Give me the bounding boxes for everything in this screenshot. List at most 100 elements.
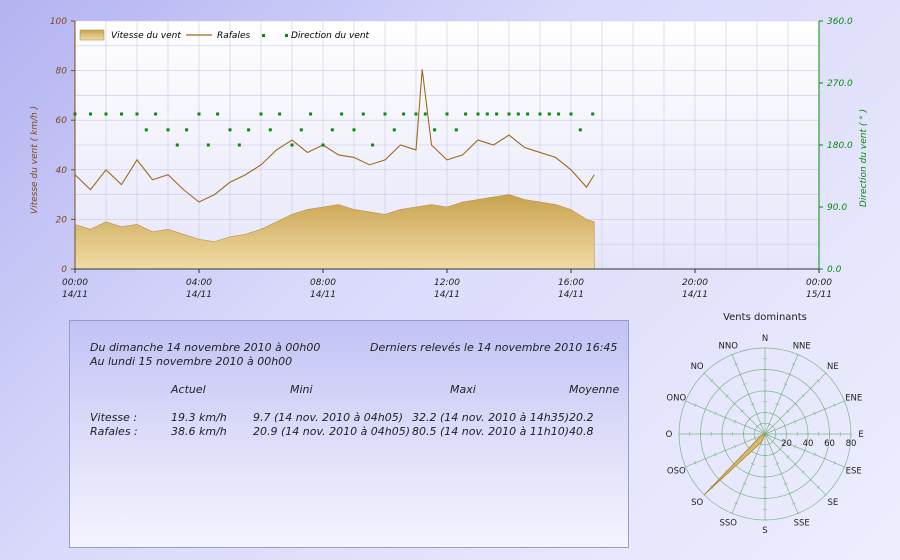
direction-point — [330, 128, 334, 132]
direction-point — [135, 112, 139, 116]
y2-tick-label: 360.0 — [827, 17, 853, 27]
y-axis-label: Vitesse du vent ( km/h ) — [30, 106, 40, 214]
direction-point — [383, 112, 387, 116]
row-gust-actual: 38.6 km/h — [171, 425, 227, 438]
rose-direction-label: OSO — [667, 467, 686, 477]
direction-point — [464, 112, 468, 116]
x-tick-date: 14/11 — [558, 290, 584, 300]
direction-point — [185, 128, 189, 132]
y2-axis-label: Direction du vent ( ° ) — [859, 109, 869, 207]
direction-point — [120, 112, 123, 116]
direction-point — [309, 112, 313, 116]
direction-point — [445, 112, 449, 116]
direction-point — [454, 128, 458, 132]
rose-direction-label: ESE — [846, 467, 862, 477]
x-tick-time: 00:00 — [806, 278, 832, 288]
stats-panel: Du dimanche 14 novembre 2010 à 00h00 Au … — [69, 320, 629, 548]
rose-title: Vents dominants — [723, 312, 807, 323]
direction-point — [361, 112, 365, 116]
header-avg: Moyenne — [569, 383, 620, 396]
header-min: Mini — [290, 383, 313, 396]
x-tick-date: 14/11 — [186, 290, 212, 300]
direction-point — [104, 112, 108, 116]
rose-direction-label: O — [666, 430, 673, 440]
direction-point — [423, 112, 427, 116]
direction-point — [259, 112, 263, 116]
x-tick-date: 15/11 — [806, 290, 832, 300]
period-from: Du dimanche 14 novembre 2010 à 00h00 — [90, 341, 321, 354]
direction-point — [321, 143, 325, 147]
direction-point — [216, 112, 220, 116]
wind-rose-chart: Vents dominants N NNE NE ENE E ESE SE SSE S SSO SO… — [666, 312, 864, 536]
direction-point — [414, 112, 418, 116]
y2-tick-label: 0.0 — [827, 265, 842, 275]
row-speed-avg: 20.2 — [569, 411, 594, 424]
direction-point — [197, 112, 201, 116]
direction-point — [278, 112, 282, 116]
x-tick-time: 12:00 — [434, 278, 460, 288]
rose-direction-label: S — [762, 526, 767, 536]
y-tick-label: 0 — [61, 265, 67, 275]
row-speed-actual: 19.3 km/h — [171, 411, 227, 424]
rose-direction-label: NO — [691, 362, 704, 372]
direction-point — [433, 128, 437, 132]
legend: Vitesse du vent Rafales Direction du ven… — [79, 29, 370, 41]
legend-direction-dot — [262, 34, 265, 37]
rose-direction-label: SE — [827, 498, 838, 508]
row-speed-max: 32.2 (14 nov. 2010 à 14h35) — [412, 411, 570, 424]
direction-point — [89, 112, 92, 116]
rose-area — [703, 433, 766, 496]
direction-point — [154, 112, 158, 116]
direction-point — [228, 128, 232, 132]
row-gust-label: Rafales : — [90, 425, 138, 438]
y-tick-label: 40 — [56, 166, 68, 176]
rose-radial-label: 40 — [803, 439, 814, 449]
row-gust-avg: 40.8 — [569, 425, 594, 438]
y-tick-label: 80 — [56, 67, 68, 77]
row-gust-min: 20.9 (14 nov. 2010 à 04h05) — [253, 425, 411, 438]
y-tick-label: 20 — [56, 215, 68, 225]
direction-point — [578, 128, 582, 132]
direction-point — [538, 112, 542, 116]
direction-point — [290, 143, 294, 147]
rose-direction-label: ENE — [845, 393, 862, 403]
rose-direction-label: SSE — [794, 519, 810, 529]
direction-point — [569, 112, 573, 116]
x-tick-date: 14/11 — [310, 290, 336, 300]
direction-point — [547, 112, 551, 116]
legend-direction-dot — [285, 34, 288, 37]
direction-point — [371, 143, 375, 147]
rose-radial-label: 60 — [824, 439, 835, 449]
direction-point — [402, 112, 406, 116]
direction-point — [144, 128, 148, 132]
row-speed-min: 9.7 (14 nov. 2010 à 04h05) — [253, 411, 404, 424]
direction-point — [166, 128, 170, 132]
rose-direction-label: NNO — [719, 341, 739, 351]
direction-point — [507, 112, 511, 116]
x-tick-date: 14/11 — [62, 290, 88, 300]
direction-point — [526, 112, 530, 116]
direction-point — [340, 112, 344, 116]
row-gust-max: 80.5 (14 nov. 2010 à 11h10) — [412, 425, 570, 438]
y-tick-label: 60 — [56, 116, 68, 126]
last-reading: Derniers relevés le 14 novembre 2010 16:… — [370, 341, 618, 354]
rose-direction-label: E — [858, 430, 863, 440]
wind-time-chart: 0 20 40 60 80 100 0.0 90.0 180.0 270.0 360.0 00:00 1… — [30, 17, 869, 300]
legend-label-gust: Rafales — [217, 31, 250, 41]
direction-point — [175, 143, 179, 147]
direction-point — [516, 112, 520, 116]
direction-point — [237, 143, 241, 147]
header-max: Maxi — [450, 383, 476, 396]
x-tick-time: 20:00 — [682, 278, 708, 288]
x-tick-time: 08:00 — [310, 278, 336, 288]
x-tick-date: 14/11 — [434, 290, 460, 300]
y2-tick-label: 270.0 — [827, 79, 853, 89]
direction-point — [557, 112, 561, 116]
y2-tick-label: 180.0 — [827, 141, 853, 151]
direction-point — [268, 128, 272, 132]
x-tick-time: 00:00 — [62, 278, 88, 288]
period-to: Au lundi 15 novembre 2010 à 00h00 — [90, 355, 293, 368]
y-tick-label: 100 — [50, 17, 67, 27]
rose-direction-label: NNE — [793, 341, 811, 351]
rose-data — [703, 433, 766, 496]
